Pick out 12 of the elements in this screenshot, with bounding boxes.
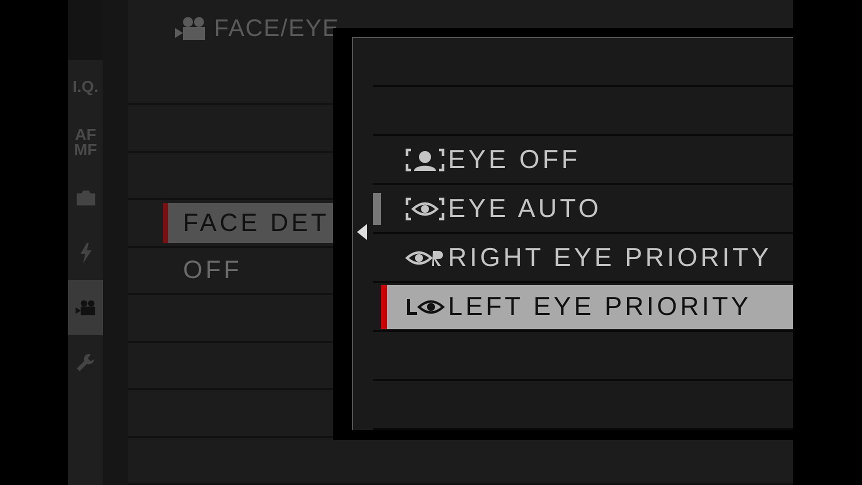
menu-title: FACE/EYE [214, 15, 340, 43]
scroll-indicator [373, 192, 381, 224]
left-arrow-icon [357, 224, 367, 240]
eye-frame-icon [405, 196, 445, 220]
menu-tab[interactable] [68, 280, 103, 335]
face-frame-icon [405, 148, 445, 172]
option-item[interactable]: EYE AUTO [381, 186, 793, 230]
wrench-icon [74, 352, 96, 374]
option-item[interactable]: LEFT EYE PRIORITY [381, 284, 793, 328]
option-item[interactable]: RIGHT EYE PRIORITY [381, 236, 793, 280]
movie-camera-icon [174, 16, 208, 42]
option-item[interactable]: EYE OFF [381, 138, 793, 182]
